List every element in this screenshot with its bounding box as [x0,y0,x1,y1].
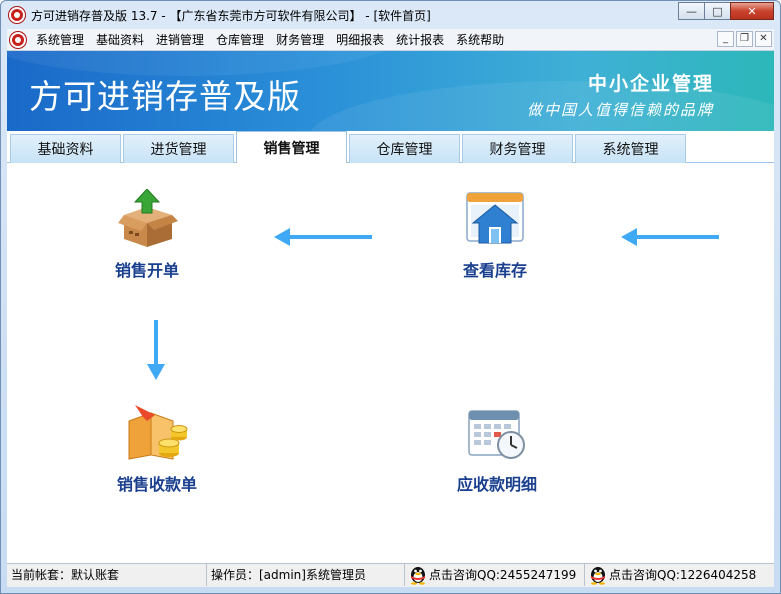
menu-logo-icon[interactable] [10,31,26,48]
coins-folder-icon [128,405,188,460]
banner-slogan: 做中国人值得信赖的品牌 [526,101,714,119]
box-upload-icon [118,189,178,247]
tab-system[interactable]: 系统管理 [575,134,686,163]
app-logo-icon[interactable] [9,7,25,23]
flow-arrow-into-stock [621,228,719,246]
menu-bar: 系统管理 基础资料 进销管理 仓库管理 财务管理 明细报表 统计报表 系统帮助 … [7,29,774,51]
status-bar: 当前帐套：默认账套 操作员：[admin]系统管理员 点击咨询QQ:245524… [7,563,774,587]
menu-basic-data[interactable]: 基础资料 [90,29,150,51]
warehouse-icon [466,192,524,244]
qq-penguin-icon [411,567,425,585]
receivables-label: 应收款明细 [457,475,538,494]
calendar-clock-icon [468,410,525,459]
flow-arrow-stock-to-order [274,228,372,246]
qq-consult-text-2: 点击咨询QQ:1226404258 [609,568,757,582]
status-operator: 操作员：[admin]系统管理员 [207,564,405,586]
sales-flow-panel: 销售开单 查看库存 销售收款单 应收款明细 [7,163,774,563]
mdi-restore-button[interactable]: ❐ [736,31,753,47]
view-stock-button[interactable]: 查看库存 [463,189,527,281]
close-button[interactable]: ✕ [730,2,774,20]
app-window: 方可进销存普及版 13.7 - 【广东省东莞市方可软件有限公司】 - [软件首页… [0,0,781,594]
tab-purchase[interactable]: 进货管理 [123,134,234,163]
sales-order-label: 销售开单 [115,261,180,280]
minimize-button[interactable]: — [678,2,705,20]
menu-statistics-reports[interactable]: 统计报表 [390,29,450,51]
title-bar: 方可进销存普及版 13.7 - 【广东省东莞市方可软件有限公司】 - [软件首页… [1,1,780,29]
sales-receipt-label: 销售收款单 [117,475,198,494]
receivables-button[interactable]: 应收款明细 [457,407,537,495]
window-title: 方可进销存普及版 13.7 - 【广东省东莞市方可软件有限公司】 - [软件首页… [31,9,431,23]
window-controls: — □ ✕ [678,2,774,20]
view-stock-label: 查看库存 [463,261,528,280]
status-account: 当前帐套：默认账套 [7,564,207,586]
sales-order-button[interactable]: 销售开单 [115,189,179,281]
menu-detail-reports[interactable]: 明细报表 [330,29,390,51]
qq-consult-link-2[interactable]: 点击咨询QQ:1226404258 [585,564,774,586]
header-banner: 方可进销存普及版 中小企业管理 做中国人值得信赖的品牌 [7,51,774,131]
menu-finance[interactable]: 财务管理 [270,29,330,51]
menu-help[interactable]: 系统帮助 [450,29,510,51]
module-tab-bar: 基础资料 进货管理 销售管理 仓库管理 财务管理 系统管理 [7,131,774,164]
tab-warehouse[interactable]: 仓库管理 [349,134,460,163]
flow-arrow-order-to-receipt [147,320,165,380]
maximize-button[interactable]: □ [704,2,731,20]
mdi-close-button[interactable]: ✕ [755,31,772,47]
qq-consult-text-1: 点击咨询QQ:2455247199 [429,568,577,582]
menu-system[interactable]: 系统管理 [30,29,90,51]
qq-penguin-icon [591,567,605,585]
mdi-controls: _ ❐ ✕ [715,31,772,47]
sales-receipt-button[interactable]: 销售收款单 [117,403,197,495]
menu-warehouse[interactable]: 仓库管理 [210,29,270,51]
menu-purchase-sales[interactable]: 进销管理 [150,29,210,51]
tab-basic-data[interactable]: 基础资料 [10,134,121,163]
banner-subtitle: 中小企业管理 [587,73,714,95]
qq-consult-link-1[interactable]: 点击咨询QQ:2455247199 [405,564,585,586]
banner-title: 方可进销存普及版 [29,77,301,116]
tab-sales[interactable]: 销售管理 [236,131,347,164]
tab-finance[interactable]: 财务管理 [462,134,573,163]
mdi-minimize-button[interactable]: _ [717,31,734,47]
